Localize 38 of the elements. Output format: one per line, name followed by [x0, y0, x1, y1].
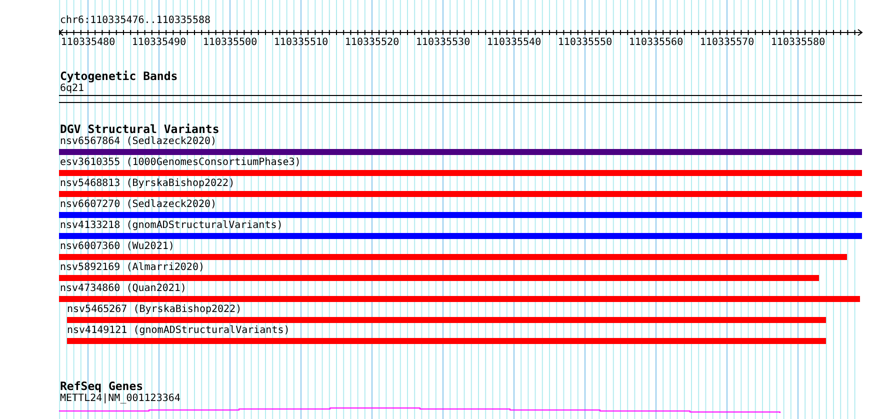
ruler-tick-label: 110335530 [414, 37, 472, 49]
variant-bar[interactable] [59, 275, 819, 281]
ruler-tick-label: 110335500 [202, 37, 258, 49]
location-text: chr6:110335476..110335588 [59, 15, 212, 27]
ruler-tick-label: 110335570 [698, 37, 756, 49]
gene-label: METTL24|NM_001123364 [60, 393, 180, 404]
track-title: Cytogenetic Bands [59, 70, 179, 83]
variant-bar[interactable] [59, 212, 862, 218]
gene-line[interactable] [59, 408, 780, 414]
variant-label: nsv5468813 (ByrskaBishop2022) [60, 178, 235, 189]
ruler-tick-label: 110335540 [486, 37, 542, 49]
variant-label: nsv6007360 (Wu2021) [60, 241, 174, 252]
variant-label: esv3610355 (1000GenomesConsortiumPhase3) [60, 157, 301, 168]
ruler-tick-label: 110335520 [344, 37, 400, 49]
variant-bar[interactable] [59, 254, 847, 260]
band-label: 6q21 [59, 83, 86, 95]
variant-label: nsv6607270 (Sedlazeck2020) [60, 199, 217, 210]
variant-bar[interactable] [59, 170, 862, 176]
track-title: RefSeq Genes [59, 380, 144, 393]
ruler-tick-label: 110335580 [770, 37, 826, 49]
variant-label: nsv4133218 (gnomADStructuralVariants) [60, 220, 283, 231]
ruler-tick-label: 110335560 [628, 37, 684, 49]
variant-bar[interactable] [67, 338, 826, 344]
variant-label: nsv4734860 (Quan2021) [60, 283, 186, 294]
variant-bar[interactable] [59, 191, 862, 197]
ruler-tick-label: 110335510 [272, 37, 330, 49]
variant-label: nsv6567864 (Sedlazeck2020) [60, 136, 217, 147]
variant-label: nsv4149121 (gnomADStructuralVariants) [67, 325, 290, 336]
track-title: DGV Structural Variants [59, 123, 220, 136]
variant-bar[interactable] [59, 149, 862, 155]
variant-bar[interactable] [59, 296, 860, 302]
variant-bar[interactable] [59, 233, 862, 239]
ruler-tick-label: 110335480 [60, 37, 116, 49]
variant-bar[interactable] [67, 317, 826, 323]
variant-label: nsv5892169 (Almarri2020) [60, 262, 204, 273]
ruler-tick-label: 110335550 [556, 37, 614, 49]
ruler-tick-label: 110335490 [130, 37, 188, 49]
variant-label: nsv5465267 (ByrskaBishop2022) [67, 304, 242, 315]
